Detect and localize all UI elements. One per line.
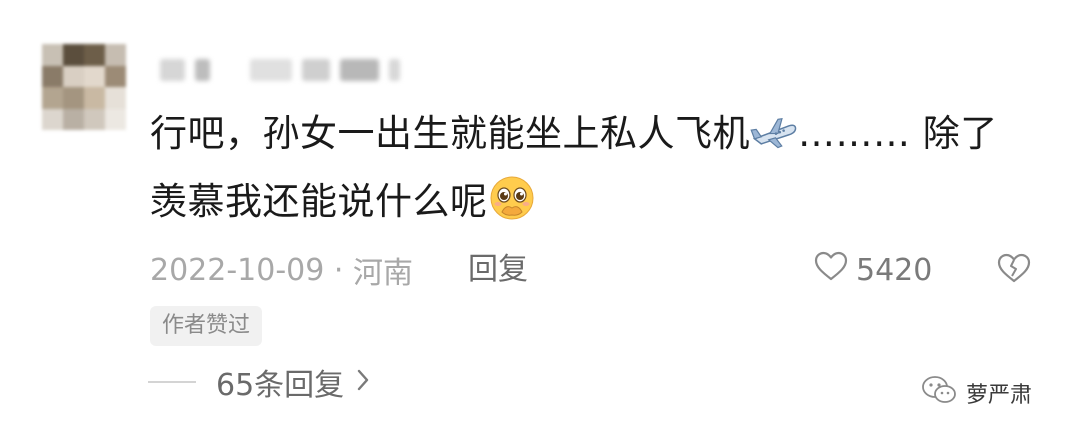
airplane-icon <box>750 112 798 172</box>
username-blurred[interactable] <box>160 52 400 88</box>
comment-location: 河南 <box>352 256 413 291</box>
chevron-right-icon <box>354 367 372 397</box>
author-liked-badge: 作者赞过 <box>150 306 263 346</box>
comment-line2: 羡慕我还能说什么呢 <box>150 180 488 223</box>
like-button[interactable]: 5420 <box>814 250 932 290</box>
replies-divider <box>148 381 196 383</box>
meta-separator: · <box>324 252 353 288</box>
like-count: 5420 <box>856 252 933 288</box>
wechat-icon <box>920 374 958 412</box>
replies-count: 65条回复 <box>216 368 345 403</box>
reply-button[interactable]: 回复 <box>468 250 528 290</box>
comment-date: 2022-10-09 <box>150 252 325 288</box>
comment-text: 行吧，孙女一出生就能坐上私人飞机 ……… 除了 羡慕我还能说什么呢 <box>150 104 1030 240</box>
watermark-name: 萝严肃 <box>966 383 1033 408</box>
watermark: 萝严肃 <box>920 376 1032 410</box>
pleading-face-icon <box>488 174 536 240</box>
comment-line1-suffix: ……… 除了 <box>798 112 998 155</box>
comment-card: 行吧，孙女一出生就能坐上私人飞机 ……… 除了 羡慕我还能说什么呢 2022-1… <box>0 0 1080 439</box>
avatar[interactable] <box>42 44 126 130</box>
comment-meta: 2022-10-09 · 河南 <box>150 250 413 292</box>
dislike-button[interactable] <box>996 252 1032 286</box>
comment-line1: 行吧，孙女一出生就能坐上私人飞机 <box>150 112 750 155</box>
view-replies[interactable]: 65条回复 <box>148 362 372 403</box>
heart-icon <box>814 251 848 289</box>
broken-heart-icon <box>996 253 1032 288</box>
